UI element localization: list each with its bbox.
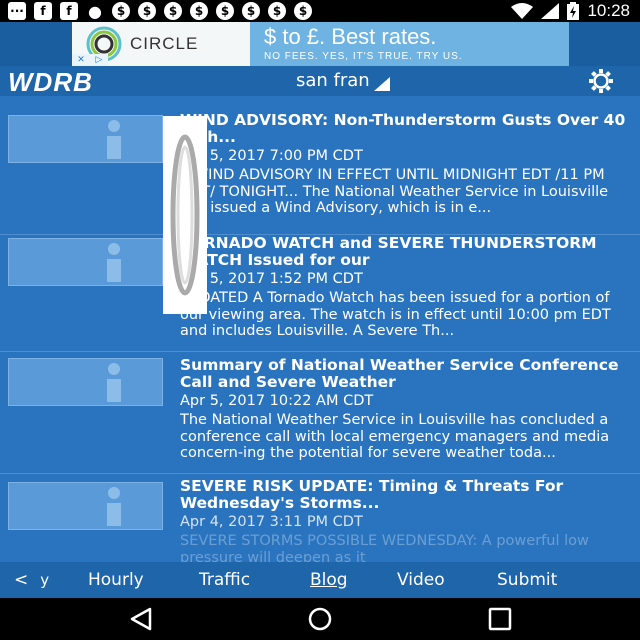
ad-choices[interactable]: ✕ ▷ <box>72 54 108 66</box>
location-label: san fran <box>296 70 370 91</box>
back-triangle-icon[interactable] <box>128 607 154 631</box>
article-text: SEVERE RISK UPDATE: Timing & Threats For… <box>180 478 630 562</box>
tab-blog[interactable]: Blog <box>310 570 348 590</box>
tab-hourly[interactable]: Hourly <box>88 570 144 590</box>
ad-headline: $ to £. Best rates. <box>264 24 437 49</box>
list-item[interactable]: SEVERE RISK UPDATE: Timing & Threats For… <box>0 474 640 562</box>
dollar-icon: $ <box>164 2 182 20</box>
home-circle-icon[interactable] <box>307 607 333 631</box>
messages-icon: ··· <box>8 2 26 20</box>
info-placeholder-icon <box>107 487 121 526</box>
article-thumbnail <box>8 238 163 286</box>
section-tab-bar: < y Hourly Traffic Blog Video Submit <box>0 562 640 598</box>
article-summary: SEVERE STORMS POSSIBLE WEDNESDAY: A powe… <box>180 533 589 562</box>
loading-spinner-icon <box>170 134 200 296</box>
tab-scroll-back[interactable]: < y <box>14 570 49 590</box>
ad-choices-icon[interactable]: ▷ <box>90 54 108 66</box>
ad-copy[interactable]: $ to £. Best rates. NO FEES. YES, IT'S T… <box>250 22 569 66</box>
article-thumbnail <box>8 115 163 163</box>
list-item[interactable]: WIND ADVISORY: Non-Thunderstorm Gusts Ov… <box>0 96 640 235</box>
app-bar: WDRB san fran <box>0 66 640 97</box>
dollar-icon: $ <box>190 2 208 20</box>
tab-video[interactable]: Video <box>397 570 445 590</box>
article-summary: The National Weather Service in Louisvil… <box>180 412 610 461</box>
dollar-icon: $ <box>216 2 234 20</box>
android-nav-bar <box>0 598 640 640</box>
dollar-icon: $ <box>112 2 130 20</box>
article-thumbnail <box>8 358 163 406</box>
ad-subline: NO FEES. YES, IT'S TRUE. TRY US. <box>264 51 463 62</box>
ad-banner[interactable]: CIRCLE ✕ ▷ $ to £. Best rates. NO FEES. … <box>72 22 569 66</box>
list-item[interactable]: Summary of National Weather Service Conf… <box>0 352 640 474</box>
article-date: Apr 5, 2017 10:22 AM CDT <box>180 393 374 409</box>
dollar-icon: $ <box>268 2 286 20</box>
list-item[interactable]: TORNADO WATCH and SEVERE THUNDERSTORM WA… <box>0 235 640 352</box>
dropdown-triangle-icon <box>373 76 390 91</box>
article-summary: UPDATED A Tornado Watch has been issued … <box>180 290 611 339</box>
status-bar: ··· f f ● $ $ $ $ $ $ $ $ 10:28 <box>0 0 640 22</box>
chevron-left-icon[interactable]: < <box>14 570 28 590</box>
clock: 10:28 <box>587 1 630 20</box>
ad-zone: CIRCLE ✕ ▷ $ to £. Best rates. NO FEES. … <box>0 22 640 66</box>
info-placeholder-icon <box>107 243 121 282</box>
dollar-icon: $ <box>138 2 156 20</box>
article-date: Apr 5, 2017 1:52 PM CDT <box>180 271 363 287</box>
app-logo: WDRB <box>8 67 93 97</box>
article-thumbnail <box>8 482 163 530</box>
info-placeholder-icon <box>107 120 121 159</box>
article-title: SEVERE RISK UPDATE: Timing & Threats For… <box>180 478 564 512</box>
recents-square-icon[interactable] <box>487 607 513 631</box>
article-summary: ...WIND ADVISORY IN EFFECT UNTIL MIDNIGH… <box>180 167 609 216</box>
article-title: TORNADO WATCH and SEVERE THUNDERSTORM WA… <box>180 235 597 269</box>
notification-icons: ··· f f ● $ $ $ $ $ $ $ $ <box>8 1 312 21</box>
ad-brand: CIRCLE <box>130 34 199 53</box>
system-icons: 10:28 <box>511 1 630 21</box>
news-list[interactable]: WIND ADVISORY: Non-Thunderstorm Gusts Ov… <box>0 96 640 562</box>
dollar-icon: $ <box>294 2 312 20</box>
ad-brand-panel[interactable]: CIRCLE ✕ ▷ <box>72 22 250 66</box>
facebook-icon: f <box>34 2 52 20</box>
battery-charging-icon <box>567 2 580 20</box>
article-title: Summary of National Weather Service Conf… <box>180 357 619 391</box>
ad-close-icon[interactable]: ✕ <box>72 54 90 66</box>
info-placeholder-icon <box>107 363 121 402</box>
location-pin-icon: ● <box>88 1 102 21</box>
article-title: WIND ADVISORY: Non-Thunderstorm Gusts Ov… <box>180 112 626 146</box>
gear-icon[interactable] <box>586 68 616 94</box>
refresh-spinner <box>163 116 207 314</box>
signal-icon <box>541 3 560 19</box>
article-date: Apr 4, 2017 3:11 PM CDT <box>180 514 363 530</box>
article-text: WIND ADVISORY: Non-Thunderstorm Gusts Ov… <box>180 112 630 217</box>
article-date: Apr 5, 2017 7:00 PM CDT <box>180 148 363 164</box>
tab-partial[interactable]: y <box>40 571 49 589</box>
wifi-icon <box>511 3 534 19</box>
tab-traffic[interactable]: Traffic <box>199 570 250 590</box>
dollar-icon: $ <box>242 2 260 20</box>
location-selector[interactable]: san fran <box>296 70 390 91</box>
article-text: Summary of National Weather Service Conf… <box>180 357 630 462</box>
article-text: TORNADO WATCH and SEVERE THUNDERSTORM WA… <box>180 235 630 340</box>
facebook-icon: f <box>60 2 78 20</box>
tab-submit[interactable]: Submit <box>497 570 557 590</box>
